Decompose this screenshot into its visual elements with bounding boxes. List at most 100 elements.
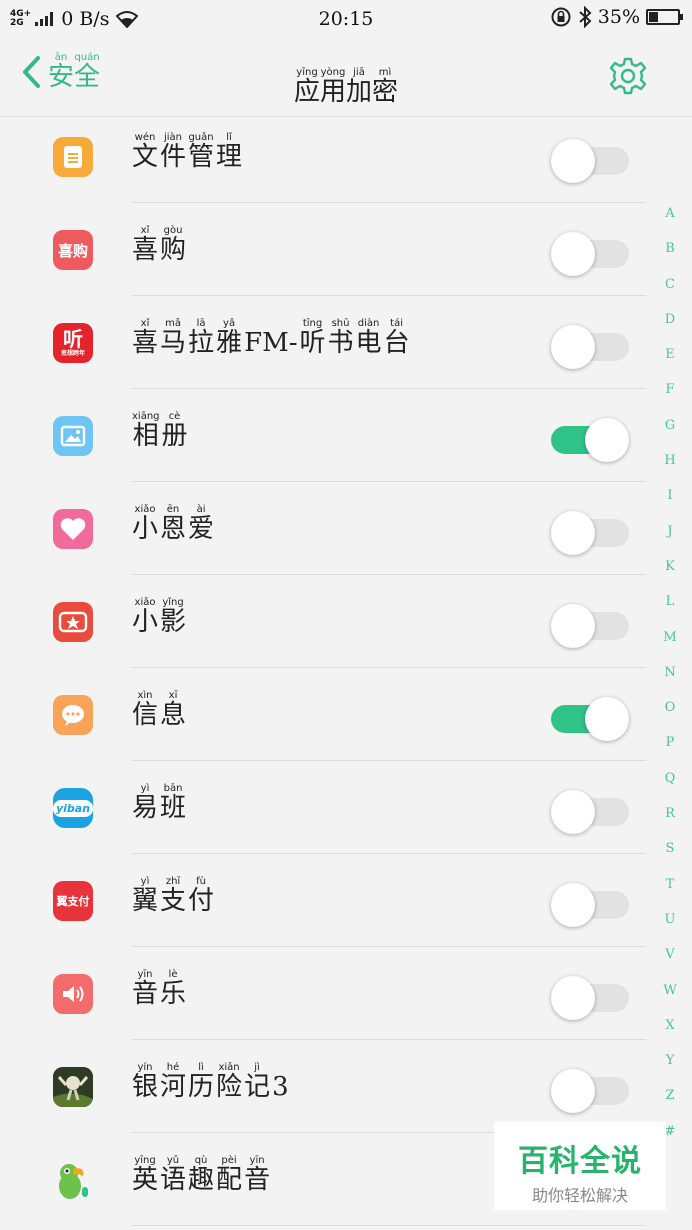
index-letter[interactable]: B [662,239,678,274]
hanzi: 管 [188,142,215,172]
ruby-char: yǎ 雅 [216,318,242,356]
ximalaya-icon-subtext: 思想跨年 [60,350,85,357]
hanzi: 3 [272,1072,289,1102]
ruby-char: lè 乐 [160,969,186,1007]
ruby-char: 3 [272,1062,289,1100]
page-title-text: yīng 应 yòng 用 jiā 加 mì 密 [294,67,398,105]
app-name: yīng 英 yǔ 语 qù 趣 pèi 配 yīn 音 [132,1155,272,1193]
app-name: xìn 信 xī 息 [132,690,188,728]
ruby-char: jì 记 [244,1062,270,1100]
app-name: xǐ 喜 mǎ 马 lā 拉 yǎ 雅 FM-tīng 听 shū 书 diàn 电 tái 台 [132,318,412,356]
encrypt-toggle[interactable] [551,881,629,927]
index-letter[interactable]: M [662,628,678,663]
encrypt-toggle[interactable] [551,137,629,183]
toggle-knob [551,883,595,927]
ruby-char: cè 册 [162,411,188,449]
index-letter[interactable]: F [662,380,678,415]
ruby-char: wén 文 [132,132,158,170]
index-letter[interactable]: O [662,698,678,733]
app-row: xìn 信 xī 息 [0,668,648,761]
ruby-char: yì 易 [132,783,158,821]
index-letter[interactable]: G [662,416,678,451]
index-letter[interactable]: Y [662,1051,678,1086]
hanzi: 用 [319,77,346,107]
app-row: yīn 音 lè 乐 [0,947,648,1040]
ruby-char: xiǎn 险 [216,1062,242,1100]
index-letter[interactable]: D [662,310,678,345]
index-letter[interactable]: Q [662,769,678,804]
hanzi: 乐 [160,979,187,1009]
toggle-knob [551,232,595,276]
ruby-char: jiàn 件 [160,132,186,170]
app-row: 听思想跨年 xǐ 喜 mǎ 马 lā 拉 yǎ 雅 FM-tīng 听 shū 书 diàn 电 tái 台 [0,296,648,389]
encrypt-toggle[interactable] [551,416,629,462]
ruby-char: bān 班 [160,783,186,821]
ruby-char: diàn 电 [356,318,382,356]
status-right: 35% [550,6,683,28]
hanzi: 马 [160,328,187,358]
hanzi: 相 [132,421,159,451]
ruby-char: yīn 音 [244,1155,270,1193]
encrypt-toggle[interactable] [551,230,629,276]
index-letter[interactable]: N [662,663,678,698]
index-letter[interactable]: X [662,1016,678,1051]
hanzi: 文 [132,142,159,172]
encrypt-toggle[interactable] [551,602,629,648]
alphabet-index[interactable]: A B C D E F G H I J K L M N O P Q R S T U V W X Y Z # [662,204,678,1157]
ruby-char: xìn 信 [132,690,158,728]
hanzi: 河 [160,1072,187,1102]
index-letter[interactable]: T [662,875,678,910]
index-letter[interactable]: E [662,345,678,380]
index-letter[interactable]: J [662,522,678,557]
app-row: xiǎo 小 ēn 恩 ài 爱 [0,482,648,575]
index-letter[interactable]: C [662,275,678,310]
index-letter[interactable]: P [662,733,678,768]
index-letter[interactable]: U [662,910,678,945]
photos-icon [53,416,93,456]
xiaoying-icon [53,602,93,642]
hanzi: 信 [132,700,159,730]
hanzi: 小 [132,607,159,637]
ruby-char: yòng 用 [320,67,346,105]
encrypt-toggle[interactable] [551,1067,629,1113]
index-letter[interactable]: H [662,451,678,486]
index-letter[interactable]: Z [662,1086,678,1121]
parrot-icon [53,1160,93,1200]
app-list: wén 文 jiàn 件 guǎn 管 lǐ 理喜购 xǐ 喜 gòu 购听思想跨年 xǐ 喜 mǎ 马 lā 拉… [0,110,648,1226]
hanzi: 音 [244,1165,271,1195]
hanzi: 趣 [188,1165,215,1195]
hanzi: 理 [216,142,243,172]
index-letter[interactable]: V [662,945,678,980]
ruby-char: yì 翼 [132,876,158,914]
index-letter[interactable]: K [662,557,678,592]
encrypt-toggle[interactable] [551,509,629,555]
hanzi: 音 [132,979,159,1009]
index-letter[interactable]: L [662,592,678,627]
encrypt-toggle[interactable] [551,974,629,1020]
index-letter[interactable]: I [662,486,678,521]
hanzi: 应 [293,77,320,107]
ruby-char: tái 台 [384,318,410,356]
hanzi: 购 [160,235,187,265]
app-row: xiǎo 小 yǐng 影 [0,575,648,668]
hanzi: 台 [383,328,410,358]
gear-icon[interactable] [608,56,648,96]
index-letter[interactable]: A [662,204,678,239]
ruby-char: guǎn 管 [188,132,214,170]
hanzi: 语 [160,1165,187,1195]
ruby-char: pèi 配 [216,1155,242,1193]
hanzi: 拉 [188,328,215,358]
file-manager-icon [53,137,93,177]
lock-rotation-icon [551,7,571,27]
index-letter[interactable]: S [662,839,678,874]
watermark: 百科全说 助你轻松解决 [494,1122,666,1210]
index-letter[interactable]: R [662,804,678,839]
bluetooth-icon [579,6,592,28]
encrypt-toggle[interactable] [551,788,629,834]
hanzi: 恩 [160,514,187,544]
encrypt-toggle[interactable] [551,323,629,369]
encrypt-toggle[interactable] [551,695,629,741]
game-icon [53,1067,93,1107]
app-row: yín 银 hé 河 lì 历 xiǎn 险 jì 记 3 [0,1040,648,1133]
index-letter[interactable]: W [662,981,678,1016]
